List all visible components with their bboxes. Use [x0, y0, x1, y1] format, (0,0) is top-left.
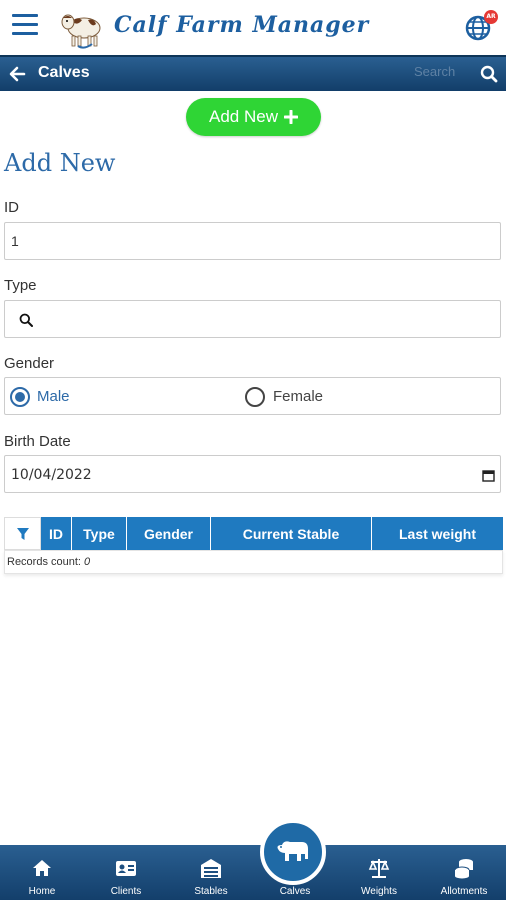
add-new-button[interactable]: Add New	[186, 98, 321, 136]
column-header-type[interactable]: Type	[72, 517, 127, 550]
records-count-value: 0	[84, 556, 91, 568]
calf-icon	[277, 841, 308, 861]
warehouse-icon	[201, 859, 221, 878]
birth-date-label: Birth Date	[4, 433, 71, 450]
filter-button[interactable]	[4, 517, 41, 550]
app-title: Calf Farm Manager	[114, 12, 370, 38]
column-header-gender[interactable]: Gender	[127, 517, 211, 550]
search-icon[interactable]	[480, 65, 498, 83]
nav-calves-label: Calves	[279, 886, 311, 897]
nav-stables-label: Stables	[194, 886, 228, 897]
gender-radio-group: Male Female	[4, 377, 501, 415]
records-count: Records count: 0	[4, 550, 503, 574]
nav-stables[interactable]: Stables	[176, 845, 246, 900]
nav-weights[interactable]: Weights	[344, 845, 414, 900]
nav-clients[interactable]: Clients	[91, 845, 161, 900]
search-input[interactable]: Search	[414, 64, 455, 79]
nav-weights-label: Weights	[361, 886, 397, 897]
plus-icon	[283, 110, 298, 124]
language-badge: AR	[484, 10, 498, 24]
nav-clients-label: Clients	[110, 886, 142, 897]
gender-male-radio[interactable]	[10, 387, 30, 407]
gender-label: Gender	[4, 355, 55, 372]
id-field[interactable]: 1	[4, 222, 501, 260]
bottom-nav: Home Clients Stables Weights Allotments	[0, 845, 506, 900]
gender-female-label: Female	[273, 388, 324, 405]
calf-logo-icon	[58, 6, 104, 50]
nav-calves-active-button[interactable]	[260, 819, 326, 885]
column-header-current-stable[interactable]: Current Stable	[211, 517, 372, 550]
coins-icon	[454, 859, 473, 879]
type-label: Type	[4, 277, 37, 294]
birth-date-value: 10/04/2022	[11, 467, 92, 483]
column-header-last-weight[interactable]: Last weight	[372, 517, 503, 550]
filter-icon	[16, 527, 29, 540]
nav-home[interactable]: Home	[7, 845, 77, 900]
calves-table-header: ID Type Gender Current Stable Last weigh…	[4, 517, 503, 550]
page-navbar: Calves Search	[0, 55, 506, 91]
gender-male-label: Male	[37, 388, 70, 405]
add-new-label: Add New	[209, 107, 278, 126]
nav-home-label: Home	[28, 886, 56, 897]
records-count-label: Records count:	[7, 556, 81, 568]
home-icon	[33, 860, 51, 876]
nav-allotments-label: Allotments	[440, 886, 488, 897]
birth-date-field[interactable]: 10/04/2022	[4, 455, 501, 493]
type-search-field[interactable]	[4, 300, 501, 338]
search-icon	[19, 313, 33, 327]
scale-icon	[368, 859, 390, 878]
gender-female-radio[interactable]	[245, 387, 265, 407]
section-title: Add New	[4, 149, 116, 177]
menu-icon[interactable]	[12, 14, 38, 38]
id-value: 1	[11, 233, 19, 249]
nav-allotments[interactable]: Allotments	[429, 845, 499, 900]
id-card-icon	[116, 861, 136, 876]
column-header-id[interactable]: ID	[41, 517, 72, 550]
id-label: ID	[4, 199, 19, 216]
page-title: Calves	[38, 64, 90, 81]
back-arrow-icon[interactable]	[8, 65, 26, 83]
top-bar: Calf Farm Manager AR	[0, 0, 506, 55]
calendar-icon[interactable]	[482, 469, 495, 482]
